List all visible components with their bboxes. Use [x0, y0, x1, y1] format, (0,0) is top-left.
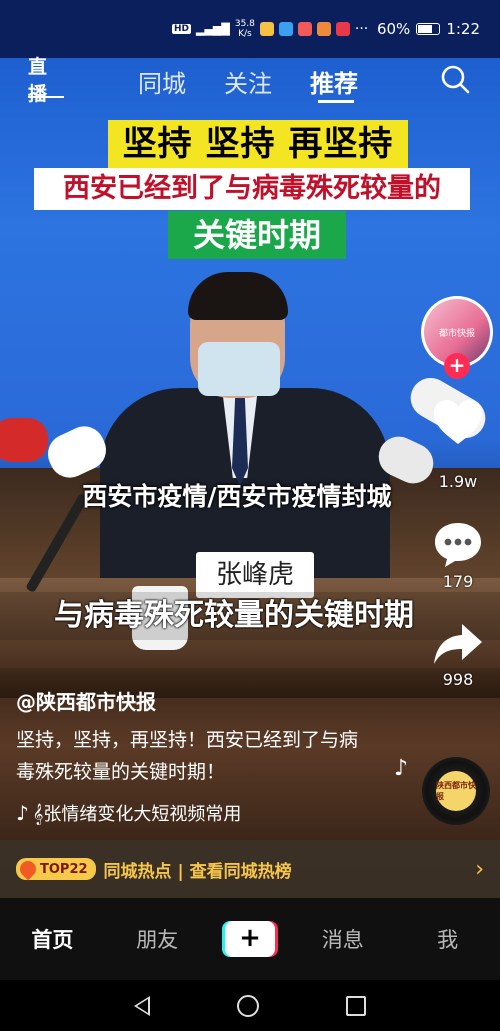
follow-button[interactable]: +: [444, 353, 470, 379]
tab-friends[interactable]: 朋友: [117, 924, 197, 954]
author-name[interactable]: @陕西都市快报: [16, 686, 156, 715]
network-speed: 35.8 K/s: [234, 19, 255, 39]
plus-icon: +: [224, 921, 275, 957]
like-count: 1.9w: [438, 472, 478, 491]
banner-line-1: 坚持 坚持 再坚持: [108, 120, 408, 168]
clock: 1:22: [446, 20, 480, 38]
share-count: 998: [442, 670, 474, 689]
tab-messages[interactable]: 消息: [303, 924, 383, 954]
status-right: 60% 1:22: [377, 20, 480, 38]
fire-icon: [16, 857, 40, 881]
top-rank-text: TOP22: [40, 861, 88, 877]
comment-icon[interactable]: [432, 520, 484, 570]
microphone: [0, 418, 48, 462]
like-icon[interactable]: [432, 398, 484, 448]
tab-home[interactable]: 首页: [12, 924, 92, 954]
banner-line-3: 关键时期: [168, 211, 346, 259]
bottom-tab-bar: 首页 朋友 + 消息 我: [0, 898, 500, 980]
video-overlay-title: 西安市疫情/西安市疫情封城: [82, 482, 392, 511]
video-description: 坚持，坚持，再坚持！西安已经到了与病毒殊死较量的关键时期！: [16, 729, 359, 783]
music-note-icon: ♪: [16, 801, 29, 825]
more-notifications-icon: ···: [354, 21, 369, 37]
video-subtitle: 与病毒殊死较量的关键时期: [0, 592, 500, 640]
banner-line-2: 西安已经到了与病毒殊死较量的: [34, 168, 470, 210]
music-disc[interactable]: 陕西都市快报: [422, 757, 490, 825]
top-rank-badge: TOP22: [16, 857, 96, 881]
search-icon[interactable]: [440, 64, 470, 94]
create-button[interactable]: +: [221, 921, 278, 957]
app-notification-icon: [316, 22, 331, 36]
floating-note-icon: ♪: [394, 756, 409, 781]
app-notification-icon: [297, 22, 312, 36]
signal-icon: ▂▄▆█: [196, 22, 230, 36]
battery-icon: [416, 23, 441, 35]
battery-percent: 60%: [376, 20, 411, 38]
comment-count: 179: [442, 572, 474, 591]
music-title: 𝄞张情绪变化大短视频常用: [32, 804, 242, 825]
tab-recommend[interactable]: 推荐: [310, 64, 358, 99]
music-row[interactable]: ♪ 𝄞张情绪变化大短视频常用: [16, 800, 241, 826]
app-notification-icon: [278, 22, 293, 36]
local-hot-bar[interactable]: TOP22 同城热点 | 查看同城热榜 ›: [0, 840, 500, 898]
share-icon[interactable]: [432, 620, 484, 670]
tab-me[interactable]: 我: [408, 924, 488, 954]
live-button[interactable]: 直播: [28, 56, 64, 105]
back-icon[interactable]: [133, 995, 150, 1016]
tab-nearby[interactable]: 同城: [138, 64, 186, 99]
tab-following[interactable]: 关注: [224, 64, 272, 99]
home-icon[interactable]: [236, 994, 259, 1017]
status-left: HD ▂▄▆█ 35.8 K/s ···: [172, 19, 368, 39]
system-nav-bar: [0, 980, 500, 1031]
status-bar: HD ▂▄▆█ 35.8 K/s ··· 60% 1:22: [0, 0, 500, 58]
active-tab-indicator: [318, 100, 354, 103]
app-notification-icon: [335, 22, 350, 36]
disc-label: 陕西都市快报: [436, 771, 476, 811]
chevron-right-icon: ›: [475, 856, 484, 882]
hd-badge: HD: [172, 24, 192, 34]
app-notification-icon: [259, 22, 274, 36]
recent-apps-icon[interactable]: [346, 995, 367, 1016]
hot-bar-text: 同城热点 | 查看同城热榜: [103, 861, 292, 882]
